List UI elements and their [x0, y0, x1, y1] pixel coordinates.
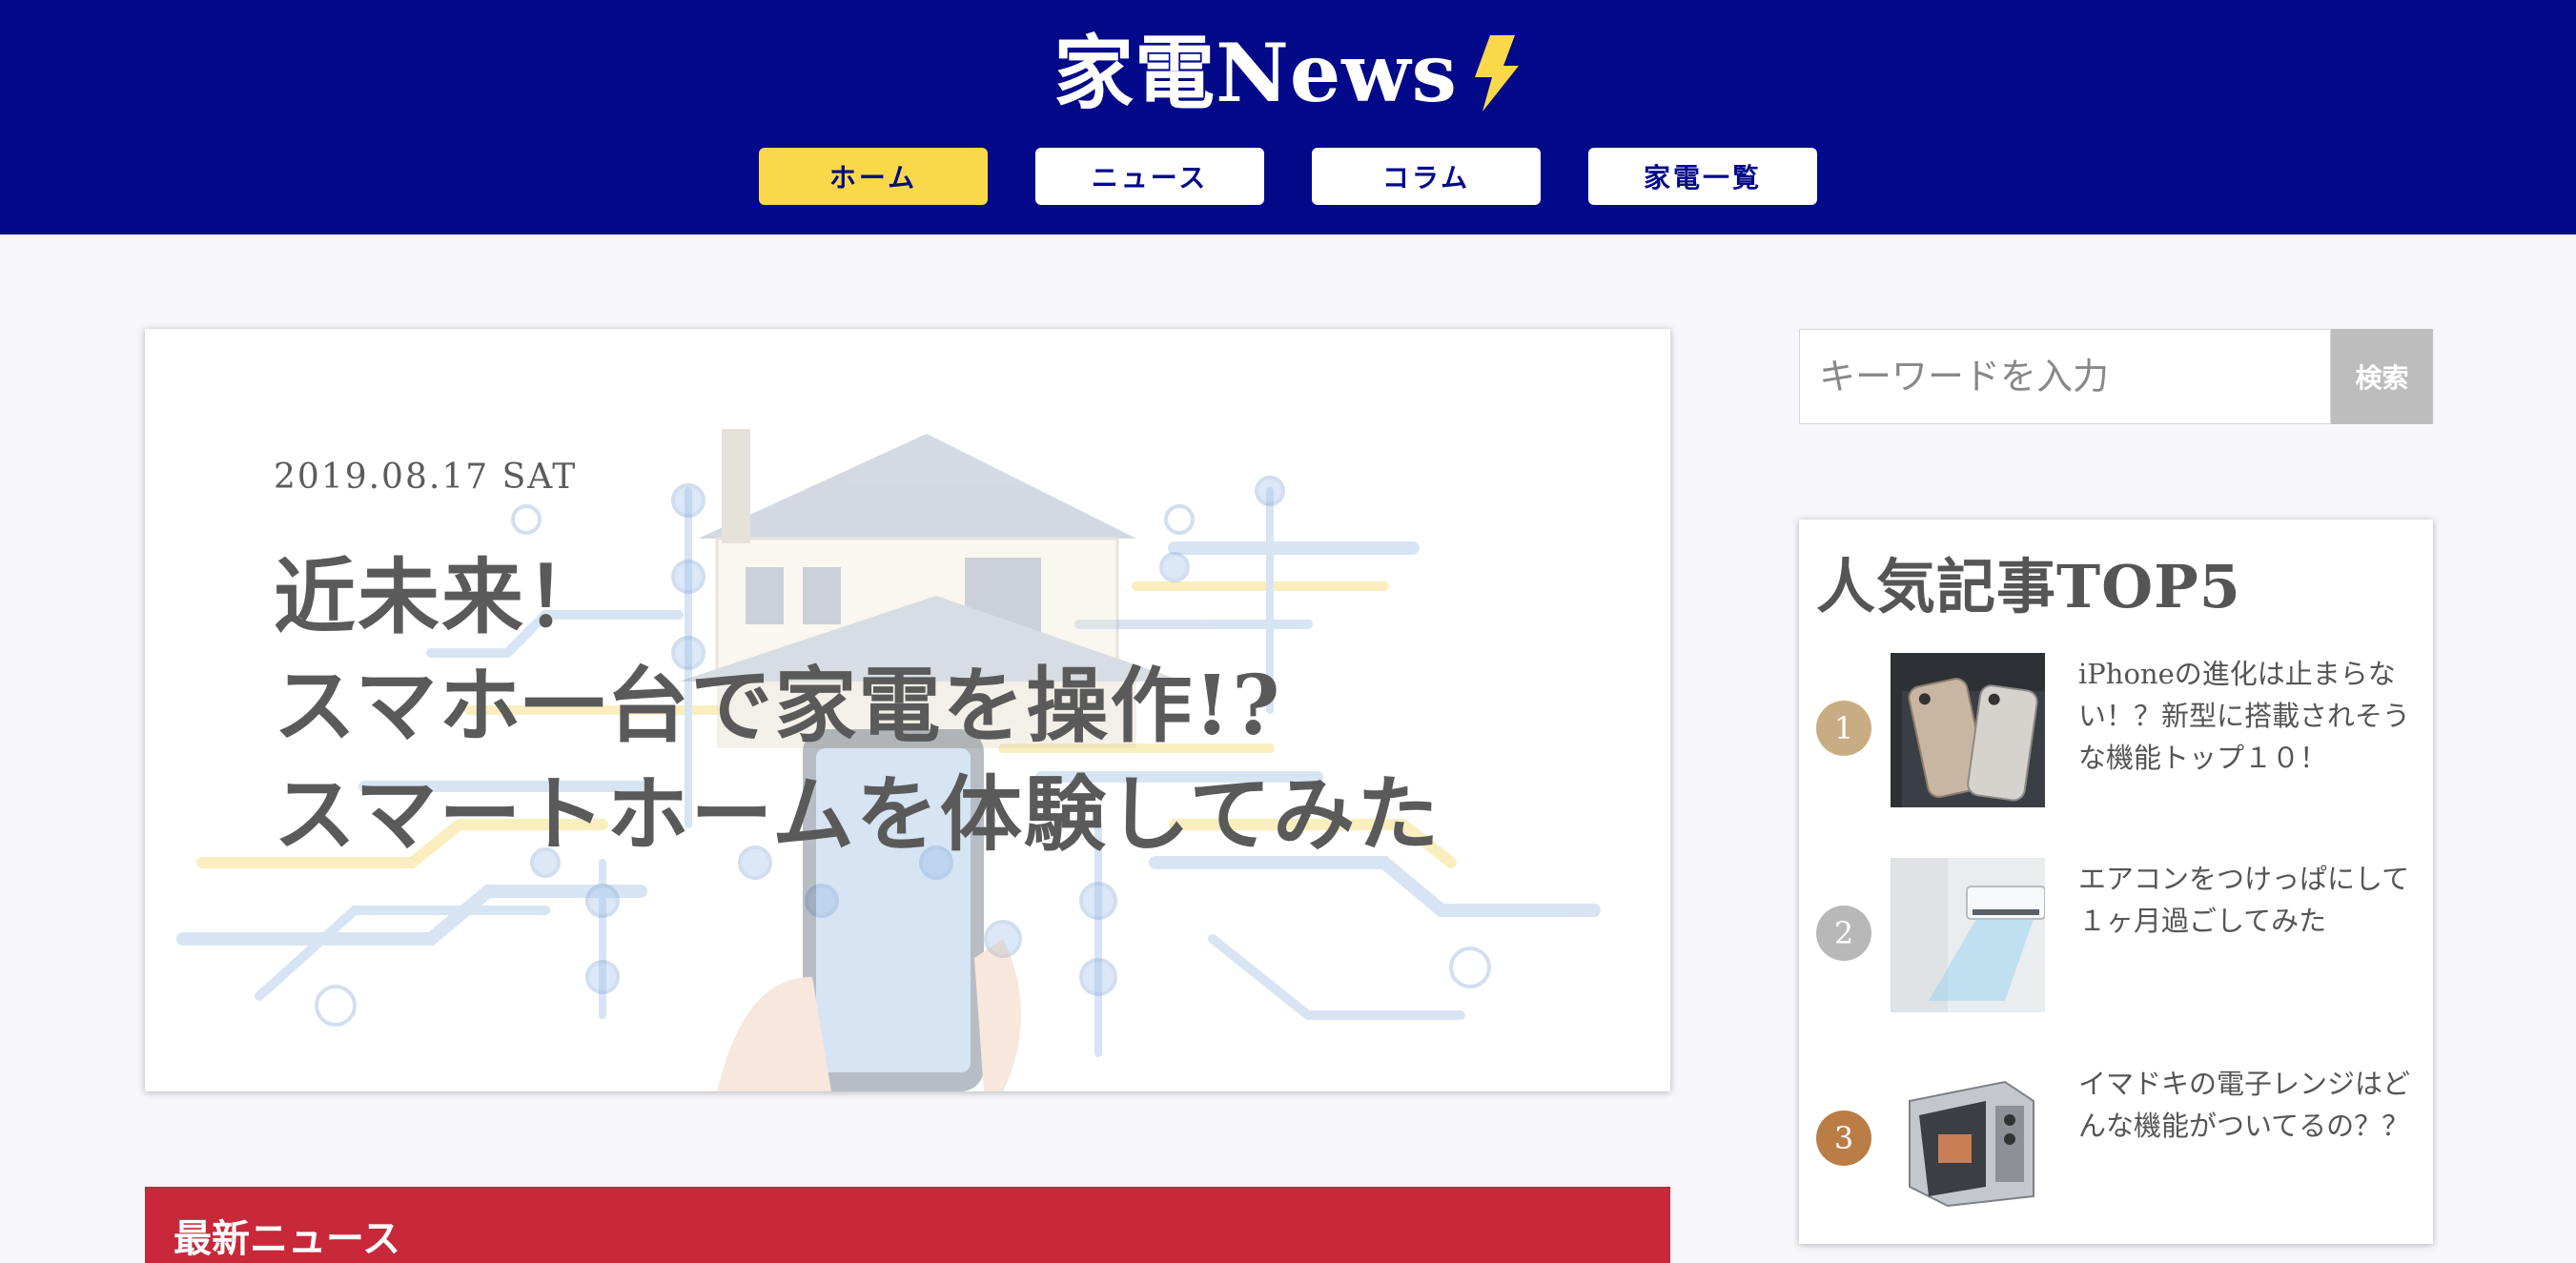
ranking-item[interactable]: 3 イマドキの電子レンジはどんな機能がついてるの？？ — [1816, 1063, 2417, 1220]
rank-badge: 1 — [1816, 701, 1871, 756]
smartphones-photo — [1891, 653, 2045, 807]
nav-item-news[interactable]: ニュース — [1035, 148, 1264, 205]
nav-item-column[interactable]: コラム — [1312, 148, 1541, 205]
search-input[interactable] — [1799, 329, 2331, 424]
site-header: 家電News ホーム ニュース コラム 家電一覧 — [0, 0, 2576, 234]
rank-badge: 3 — [1816, 1110, 1871, 1166]
popular-articles: 人気記事TOP5 1 iPhoneの進化は止まらない！？新型に搭載されそうな機能… — [1799, 519, 2433, 1244]
featured-article[interactable]: 2019.08.17 SAT 近未来！ スマホ一台で家電を操作!? スマートホー… — [145, 329, 1670, 1091]
main-nav: ホーム ニュース コラム 家電一覧 — [0, 148, 2576, 205]
ranking-item[interactable]: 1 iPhoneの進化は止まらない！？新型に搭載されそうな機能トップ１０！ — [1816, 653, 2417, 810]
ranking-item-title: イマドキの電子レンジはどんな機能がついてるの？？ — [2078, 1068, 2411, 1142]
popular-articles-title: 人気記事TOP5 — [1816, 552, 2241, 621]
article-title[interactable]: 近未来！ スマホ一台で家電を操作!? スマートホームを体験してみた — [274, 543, 1441, 869]
lightning-bolt-icon — [1467, 33, 1523, 113]
ranking-item-title: iPhoneの進化は止まらない！？新型に搭載されそうな機能トップ１０！ — [2078, 658, 2411, 774]
search-button[interactable]: 検索 — [2331, 329, 2433, 424]
microwave-photo — [1891, 1063, 2045, 1217]
article-title-line: スマートホームを体験してみた — [274, 766, 1441, 863]
air-conditioner-photo — [1891, 858, 2045, 1012]
search-form: 検索 — [1799, 329, 2433, 424]
ranking-item[interactable]: 2 エアコンをつけっぱにして１ヶ月過ごしてみた — [1816, 858, 2417, 1015]
latest-news-heading: 最新ニュース — [145, 1187, 1670, 1263]
site-logo[interactable]: 家電News — [0, 21, 2576, 126]
logo-text: 家電News — [1053, 26, 1458, 120]
rank-badge: 2 — [1816, 906, 1871, 961]
ranking-item-title: エアコンをつけっぱにして１ヶ月過ごしてみた — [2078, 863, 2410, 937]
article-date: 2019.08.17 SAT — [274, 458, 578, 497]
nav-item-home[interactable]: ホーム — [759, 148, 988, 205]
nav-item-appliance-list[interactable]: 家電一覧 — [1588, 148, 1817, 205]
article-title-line: スマホ一台で家電を操作!? — [274, 658, 1282, 754]
article-title-line: 近未来！ — [274, 549, 609, 645]
